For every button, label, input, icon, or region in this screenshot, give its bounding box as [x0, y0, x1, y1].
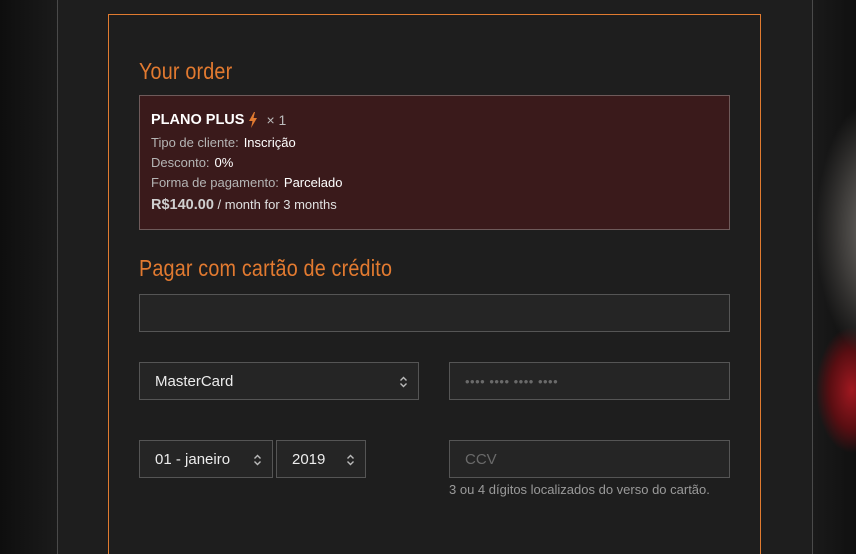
client-type-row: Tipo de cliente: Inscrição [151, 133, 718, 153]
price-period: / month for 3 months [217, 197, 337, 212]
up-down-chevron-icon [254, 453, 261, 466]
ccv-placeholder: CCV [465, 450, 497, 468]
card-type-value: MasterCard [155, 372, 234, 390]
expiry-month-select[interactable]: 01 - janeiro [139, 440, 273, 478]
ccv-input[interactable]: CCV [449, 440, 730, 478]
price-row: R$140.00 / month for 3 months [151, 194, 718, 216]
product-line: PLANO PLUS × 1 [151, 110, 718, 130]
background-left [0, 0, 58, 554]
lightning-bolt-icon [248, 112, 258, 128]
up-down-chevron-icon [400, 375, 407, 388]
expiry-year-select[interactable]: 2019 [276, 440, 366, 478]
discount-row: Desconto: 0% [151, 153, 718, 173]
card-type-select[interactable]: MasterCard [139, 362, 419, 400]
background-photo-right [812, 0, 856, 554]
client-type-label: Tipo de cliente: [151, 135, 239, 150]
order-heading: Your order [139, 58, 233, 84]
payment-method-value: Parcelado [283, 175, 343, 190]
discount-value: 0% [214, 155, 234, 170]
payment-method-row: Forma de pagamento: Parcelado [151, 173, 718, 193]
product-quantity: × 1 [266, 112, 287, 128]
order-summary: PLANO PLUS × 1 Tipo de cliente: Inscrição… [139, 95, 730, 230]
product-name: PLANO PLUS [151, 112, 245, 128]
card-number-placeholder: •••• •••• •••• •••• [465, 373, 559, 389]
cardholder-name-input[interactable] [139, 294, 730, 332]
up-down-chevron-icon [347, 453, 354, 466]
price-amount: R$140.00 [151, 197, 214, 213]
discount-label: Desconto: [151, 155, 210, 170]
card-number-input[interactable]: •••• •••• •••• •••• [449, 362, 730, 400]
ccv-hint: 3 ou 4 dígitos localizados do verso do c… [449, 482, 710, 497]
payment-method-label: Forma de pagamento: [151, 175, 279, 190]
client-type-value: Inscrição [243, 135, 296, 150]
payment-heading: Pagar com cartão de crédito [139, 255, 393, 281]
expiry-month-value: 01 - janeiro [155, 450, 231, 468]
expiry-year-value: 2019 [292, 450, 326, 468]
